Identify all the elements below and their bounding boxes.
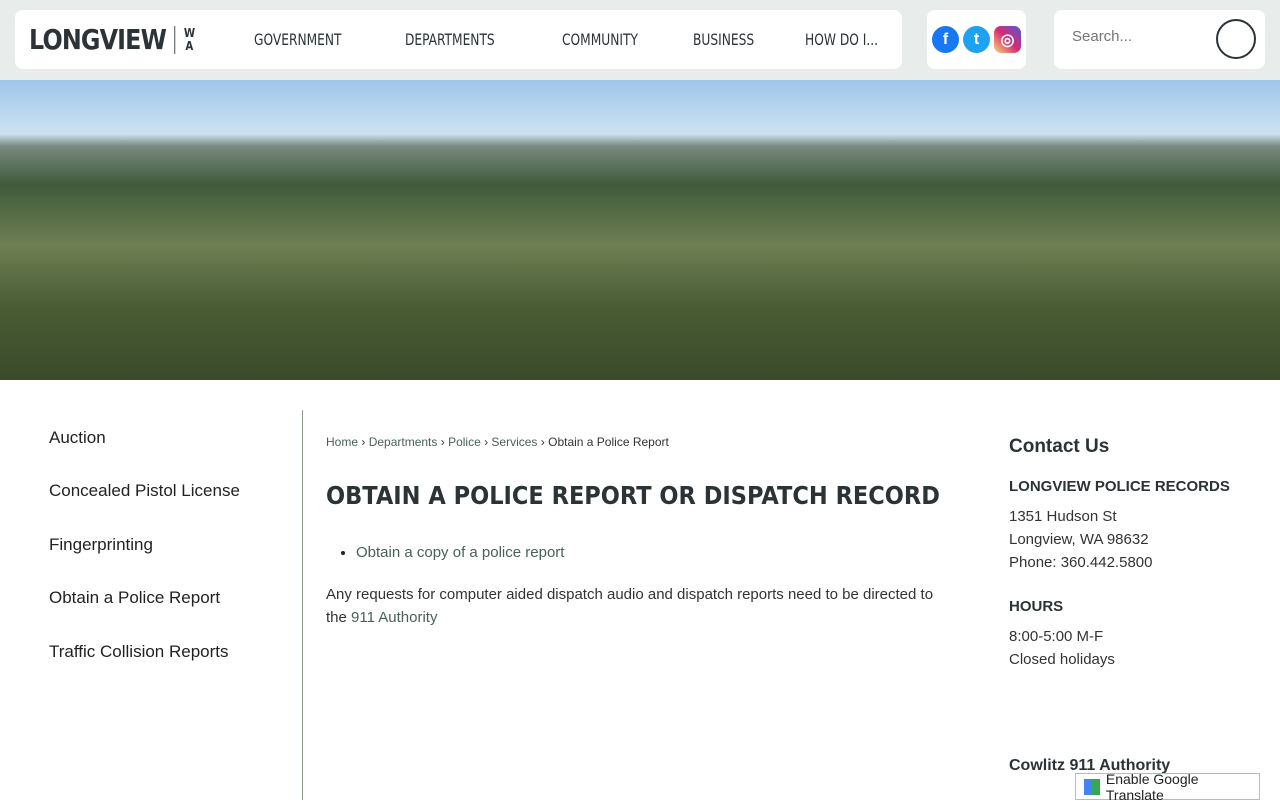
twitter-icon[interactable]: t — [963, 26, 990, 53]
instagram-icon[interactable]: ◎ — [994, 26, 1021, 53]
search-icon[interactable] — [1216, 19, 1256, 59]
translate-label: Enable Google Translate — [1105, 770, 1199, 803]
sidebar: Auction Concealed Pistol License Fingerp… — [0, 410, 303, 800]
search-box — [1054, 10, 1265, 69]
logo-text: LONGVIEW — [29, 23, 167, 56]
nav-business[interactable]: BUSINESS — [693, 10, 754, 69]
contact-org: LONGVIEW POLICE RECORDS — [1009, 478, 1230, 495]
main-content: Home › Departments › Police › Services ›… — [326, 430, 956, 629]
social-links: f t ◎ — [927, 10, 1026, 69]
breadcrumb-services[interactable]: Services — [491, 435, 537, 449]
nav-departments[interactable]: DEPARTMENTS — [405, 10, 495, 69]
hours-line1: 8:00-5:00 M-F — [1009, 628, 1104, 645]
breadcrumb-home[interactable]: Home — [326, 435, 358, 449]
sidebar-item-fingerprinting[interactable]: Fingerprinting — [49, 535, 153, 555]
hero-image — [0, 80, 1280, 380]
contact-panel: Contact Us LONGVIEW POLICE RECORDS 1351 … — [1009, 436, 1269, 775]
breadcrumb-departments[interactable]: Departments — [369, 435, 438, 449]
breadcrumb: Home › Departments › Police › Services ›… — [326, 435, 669, 449]
nav-how-do-i[interactable]: HOW DO I... — [805, 10, 878, 69]
hours-title: HOURS — [1009, 598, 1064, 615]
logo[interactable]: LONGVIEW WA — [29, 23, 195, 56]
sidebar-item-auction[interactable]: Auction — [49, 428, 106, 448]
nav-community[interactable]: COMMUNITY — [562, 10, 638, 69]
facebook-icon[interactable]: f — [932, 26, 959, 53]
sidebar-item-traffic-collision[interactable]: Traffic Collision Reports — [49, 642, 229, 662]
nav-government[interactable]: GOVERNMENT — [254, 10, 342, 69]
sidebar-item-concealed-pistol[interactable]: Concealed Pistol License — [49, 481, 240, 501]
nav-bar: LONGVIEW WA GOVERNMENT DEPARTMENTS COMMU… — [15, 10, 902, 69]
sidebar-item-police-report[interactable]: Obtain a Police Report — [49, 588, 220, 608]
page-title: OBTAIN A POLICE REPORT OR DISPATCH RECOR… — [326, 481, 940, 510]
logo-w: W — [183, 25, 195, 40]
logo-a: A — [185, 38, 193, 53]
header: LONGVIEW WA GOVERNMENT DEPARTMENTS COMMU… — [0, 0, 1280, 80]
contact-title: Contact Us — [1009, 436, 1110, 457]
google-translate-button[interactable]: Enable Google Translate — [1075, 770, 1260, 803]
search-input[interactable] — [1072, 28, 1212, 45]
911-authority-link[interactable]: 911 Authority — [351, 609, 437, 626]
hours-line2: Closed holidays — [1009, 651, 1115, 668]
address-line1: 1351 Hudson St — [1009, 508, 1117, 525]
breadcrumb-police[interactable]: Police — [448, 435, 481, 449]
address-line2: Longview, WA 98632 — [1009, 531, 1149, 548]
breadcrumb-current: Obtain a Police Report — [548, 435, 669, 449]
dispatch-text: Any requests for computer aided dispatch… — [326, 583, 956, 629]
phone: Phone: 360.442.5800 — [1009, 554, 1153, 571]
police-report-link[interactable]: Obtain a copy of a police report — [356, 544, 564, 561]
google-translate-icon — [1084, 778, 1100, 795]
